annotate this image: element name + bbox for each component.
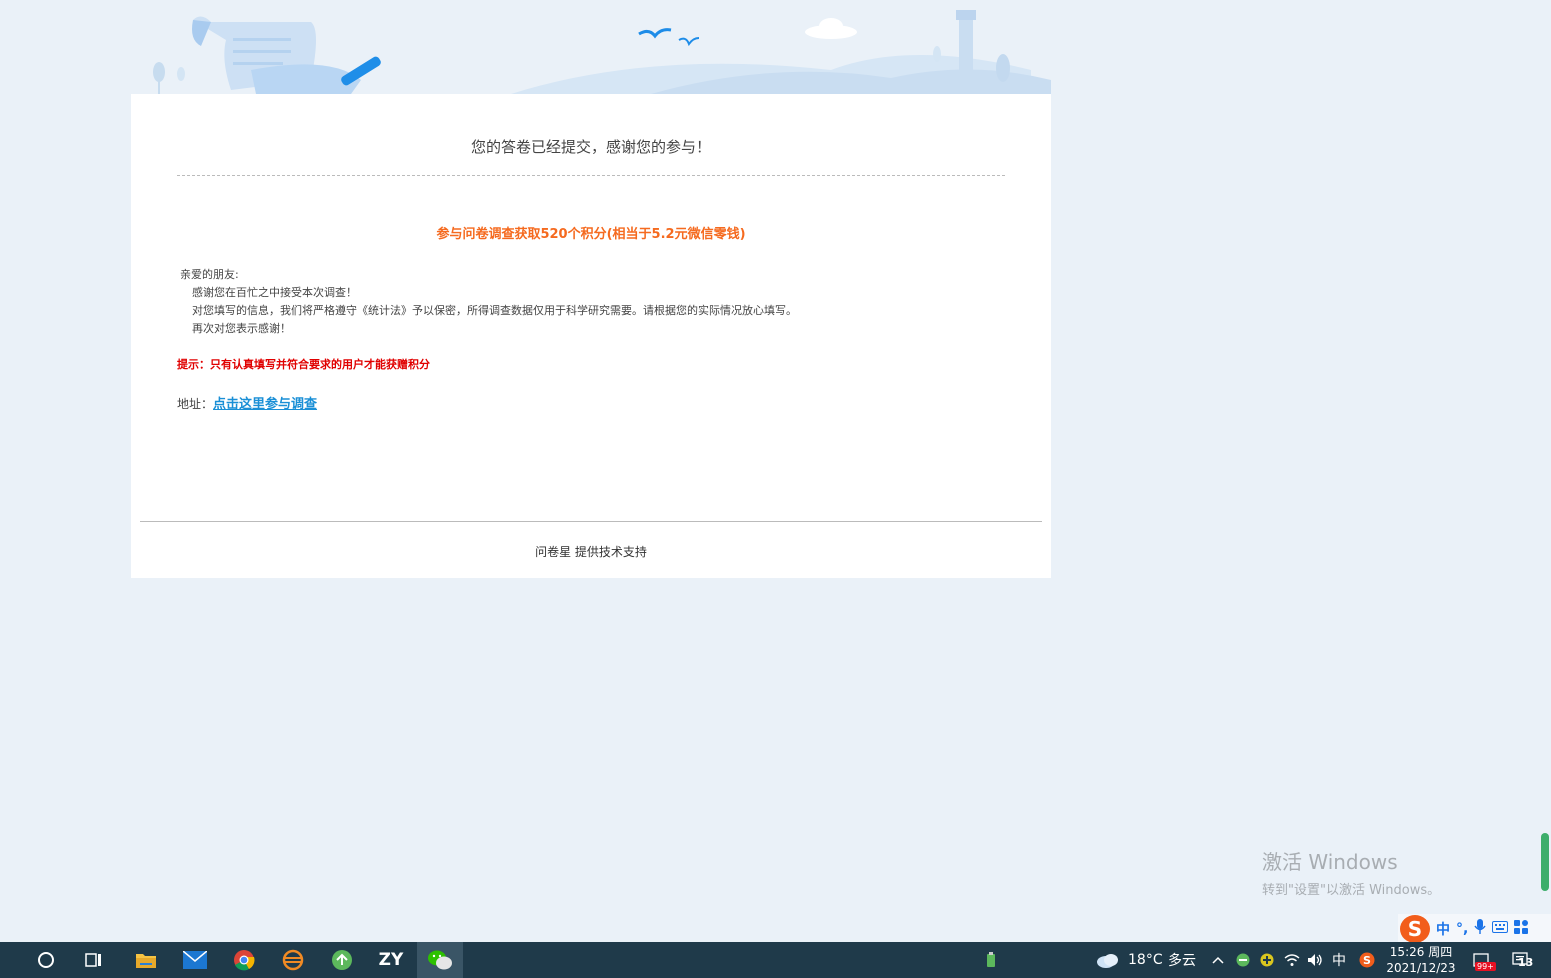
microphone-icon[interactable] [1474,919,1486,939]
zy-app-icon[interactable]: ZY [370,942,412,978]
clock-date: 2021/12/23 [1386,961,1456,975]
header-illustration [131,0,1051,94]
search-circle-icon[interactable] [26,942,66,978]
ime-toolbar: S 中 °, [1398,914,1551,944]
task-view-icon[interactable] [74,942,114,978]
scrollbar-thumb[interactable] [1541,833,1549,891]
eclipse-icon[interactable] [272,942,314,978]
ime-punctuation-toggle[interactable]: °, [1456,921,1468,937]
system-clock[interactable]: 15:26 周四 2021/12/23 [1384,944,1458,976]
survey-letter: 亲爱的朋友: 感谢您在百忙之中接受本次调查！ 对您填写的信息，我们将严格遵守《统… [180,266,797,338]
green-app-icon[interactable] [321,942,363,978]
reward-text: 参与问卷调查获取520个积分(相当于5.2元微信零钱) [436,227,746,242]
address-label: 地址： [177,397,214,411]
wechat-icon[interactable] [417,942,463,978]
keyboard-icon[interactable] [1492,921,1509,937]
dashed-divider [177,175,1005,176]
chrome-icon[interactable] [223,942,265,978]
letter-line-2: 对您填写的信息，我们将严格遵守《统计法》予以保密，所得调查数据仅用于科学研究需要… [192,304,797,317]
cloudy-weather-icon [1096,942,1120,978]
notification-count: 13 [1518,955,1534,969]
ime-apps-icon[interactable] [1514,920,1529,938]
tip-text: 提示：只有认真填写并符合要求的用户才能获赠积分 [177,358,430,371]
mail-badge: 99+ [1475,962,1496,971]
watermark-subtitle: 转到"设置"以激活 Windows。 [1262,883,1441,898]
thanks-message: 您的答卷已经提交，感谢您的参与！ [470,138,711,156]
tray-green-icon[interactable] [1234,942,1252,978]
clock-time: 15:26 周四 [1389,945,1453,959]
letter-greeting: 亲爱的朋友: [180,268,239,281]
mail-icon[interactable] [174,942,216,978]
watermark-title: 激活 Windows [1262,850,1398,874]
letter-line-1: 感谢您在百忙之中接受本次调查！ [192,286,357,299]
footer-credit: 问卷星 提供技术支持 [535,545,647,559]
mail-notification-icon[interactable] [1468,942,1494,978]
windows-taskbar: ZY 18°C 多云 中 S 15:26 周四 2021/12/23 99+ 1… [0,942,1551,978]
wifi-icon[interactable] [1283,942,1301,978]
tray-plus-icon[interactable] [1258,942,1276,978]
input-language-indicator[interactable]: 中 [1332,942,1346,978]
usb-device-icon[interactable] [982,942,1000,978]
windows-activation-watermark: 激活 Windows 转到"设置"以激活 Windows。 [1262,846,1440,898]
weather-temperature[interactable]: 18°C [1128,942,1163,978]
svg-text:S: S [1363,954,1371,967]
sogou-ime-icon[interactable]: S [1400,915,1430,943]
footer-divider [140,521,1042,522]
chevron-up-icon[interactable] [1210,942,1226,978]
survey-result-card: 您的答卷已经提交，感谢您的参与！ 参与问卷调查获取520个积分(相当于5.2元微… [131,94,1051,578]
file-explorer-icon[interactable] [125,942,167,978]
letter-line-3: 再次对您表示感谢！ [192,322,291,335]
ime-mode-toggle[interactable]: 中 [1436,919,1450,939]
volume-icon[interactable] [1305,942,1325,978]
sogou-tray-icon[interactable]: S [1357,942,1377,978]
weather-description[interactable]: 多云 [1168,942,1196,978]
survey-link[interactable]: 点击这里参与调查 [213,397,317,412]
address-row: 地址：点击这里参与调查 [177,393,317,412]
